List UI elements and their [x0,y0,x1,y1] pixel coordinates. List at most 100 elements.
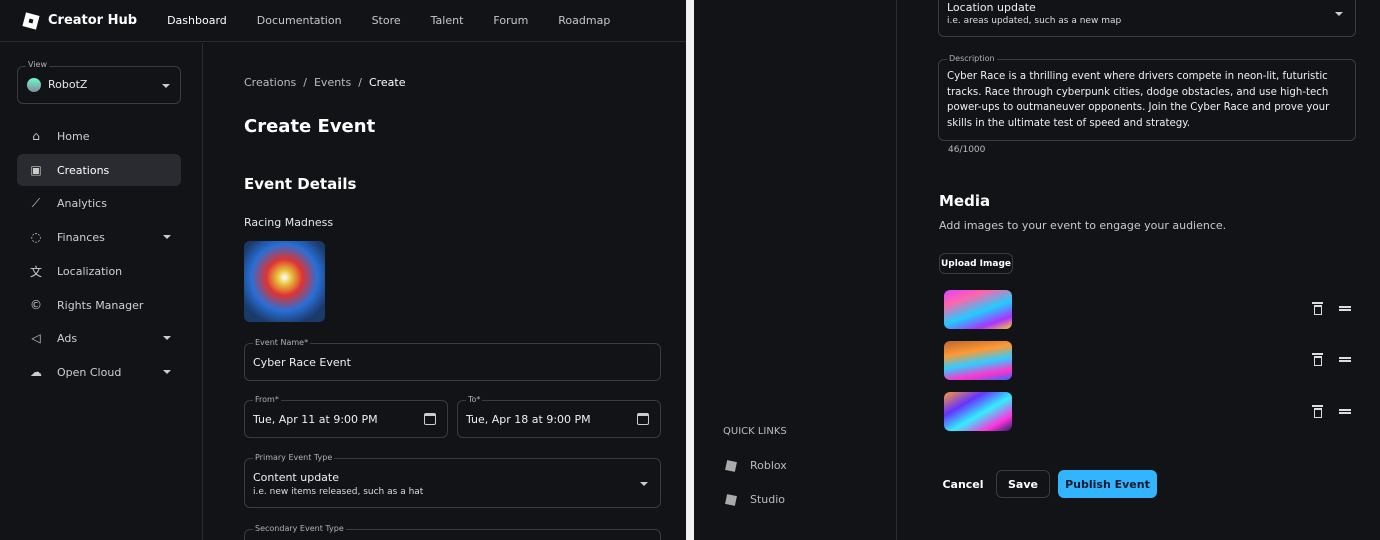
chevron-down-icon [640,482,648,486]
section-title-event-details: Event Details [244,175,357,193]
nav-forum[interactable]: Forum [493,14,528,27]
sidebar: View RobotZ ⌂ Home ▣ Creations ⟋ Analytics … [0,43,203,540]
avatar [27,78,41,92]
sidebar-item-label: Rights Manager [57,298,144,312]
view-selector[interactable]: View RobotZ [17,60,181,104]
right-panel: QUICK LINKS Roblox Studio Location updat… [694,0,1380,540]
nav-talent[interactable]: Talent [431,14,464,27]
primary-event-type-label: Primary Event Type [253,453,335,462]
cancel-button[interactable]: Cancel [940,470,986,498]
calendar-icon[interactable] [637,413,649,425]
nav-documentation[interactable]: Documentation [257,14,342,27]
secondary-event-type-select[interactable]: Location update i.e. areas updated, such… [938,0,1356,37]
sidebar-item-analytics[interactable]: ⟋ Analytics [17,187,181,219]
quick-link-studio[interactable]: Studio [750,493,785,506]
cloud-icon: ☁ [30,365,42,379]
description-textarea[interactable]: Description Cyber Race is a thrilling ev… [938,54,1356,141]
media-image-3 [944,392,1012,431]
sidebar-item-open-cloud[interactable]: ☁ Open Cloud [17,356,181,388]
media-image-1 [944,290,1012,329]
creations-icon: ▣ [30,163,42,177]
sidebar-item-ads[interactable]: ◁ Ads [17,322,181,354]
view-value: RobotZ [48,78,88,91]
piggy-bank-icon: ◌ [30,230,42,244]
from-label: From* [253,395,281,404]
sidebar-item-label: Ads [57,331,78,345]
left-panel: Creator Hub Dashboard Documentation Stor… [0,0,686,540]
from-value: Tue, Apr 11 at 9:00 PM [253,413,378,426]
copyright-icon: © [30,298,42,312]
upload-image-button[interactable]: Upload Image [939,253,1013,274]
event-name-label: Event Name* [253,338,311,347]
chevron-down-icon [163,370,171,374]
view-label: View [26,60,49,69]
sidebar-item-creations[interactable]: ▣ Creations [17,154,181,186]
translate-icon: 文 [29,264,42,279]
nav-dashboard[interactable]: Dashboard [167,14,227,27]
roblox-logo-icon [22,11,40,30]
breadcrumb: Creations / Events / Create [244,76,406,89]
chevron-down-icon [163,235,171,239]
brand-name: Creator Hub [48,13,138,28]
sidebar-item-label: Home [57,129,90,143]
secondary-event-type-value: Location update [947,1,1036,14]
quick-link-roblox[interactable]: Roblox [750,459,787,472]
delete-image-1-icon[interactable] [1312,302,1323,315]
roblox-icon [725,460,737,472]
creator-hub-logo[interactable]: Creator Hub [22,11,138,30]
top-nav-bar: Creator Hub Dashboard Documentation Stor… [0,0,686,42]
sidebar-item-label: Finances [57,230,105,244]
event-name-value: Cyber Race Event [253,356,351,369]
primary-event-type-select[interactable]: Primary Event Type Content update i.e. n… [244,453,661,508]
experience-thumbnail [244,241,325,322]
character-count: 46/1000 [948,145,986,155]
drag-handle-2-icon[interactable] [1339,357,1351,362]
page-title: Create Event [244,116,376,137]
to-date-input[interactable]: To* Tue, Apr 18 at 9:00 PM [457,395,661,438]
studio-icon [725,494,737,506]
secondary-event-type-hint: i.e. areas updated, such as a new map [947,16,1122,26]
sidebar-item-label: Open Cloud [57,365,122,379]
primary-event-type-hint: i.e. new items released, such as a hat [253,487,424,497]
breadcrumb-create: Create [368,76,406,89]
secondary-event-type-select[interactable]: Secondary Event Type [244,524,661,540]
from-date-input[interactable]: From* Tue, Apr 11 at 9:00 PM [244,395,448,438]
to-label: To* [466,395,483,404]
to-value: Tue, Apr 18 at 9:00 PM [466,413,591,426]
sidebar-item-home[interactable]: ⌂ Home [17,120,181,152]
nav-roadmap[interactable]: Roadmap [558,14,610,27]
drag-handle-1-icon[interactable] [1339,306,1351,311]
delete-image-3-icon[interactable] [1312,405,1323,418]
save-button[interactable]: Save [996,470,1050,498]
sidebar: QUICK LINKS Roblox Studio [694,0,897,540]
delete-image-2-icon[interactable] [1312,353,1323,366]
sidebar-item-localization[interactable]: 文 Localization [17,255,181,287]
breadcrumb-creations[interactable]: Creations [244,76,296,89]
publish-event-button[interactable]: Publish Event [1058,470,1157,498]
megaphone-icon: ◁ [31,331,41,345]
event-name-input[interactable]: Event Name* Cyber Race Event [244,338,661,381]
quick-links-title: QUICK LINKS [723,426,787,437]
breadcrumb-events[interactable]: Events [314,76,351,89]
experience-name: Racing Madness [244,216,334,229]
description-value: Cyber Race is a thrilling event where dr… [947,71,1330,129]
chevron-down-icon [162,84,170,88]
home-icon: ⌂ [32,129,40,143]
sidebar-item-label: Creations [57,163,110,177]
panel-divider [686,0,694,540]
calendar-icon[interactable] [424,413,436,425]
section-title-media: Media [939,192,991,210]
drag-handle-3-icon[interactable] [1339,409,1351,414]
nav-store[interactable]: Store [372,14,401,27]
sidebar-item-rights-manager[interactable]: © Rights Manager [17,289,181,321]
sidebar-item-label: Localization [57,264,123,278]
secondary-event-type-label: Secondary Event Type [253,524,346,533]
media-image-2 [944,341,1012,380]
sidebar-item-label: Analytics [57,196,107,210]
primary-event-type-value: Content update [253,471,340,484]
analytics-icon: ⟋ [31,195,41,210]
media-subtitle: Add images to your event to engage your … [939,219,1227,232]
sidebar-item-finances[interactable]: ◌ Finances [17,221,181,253]
chevron-down-icon [163,336,171,340]
description-label: Description [947,54,997,63]
